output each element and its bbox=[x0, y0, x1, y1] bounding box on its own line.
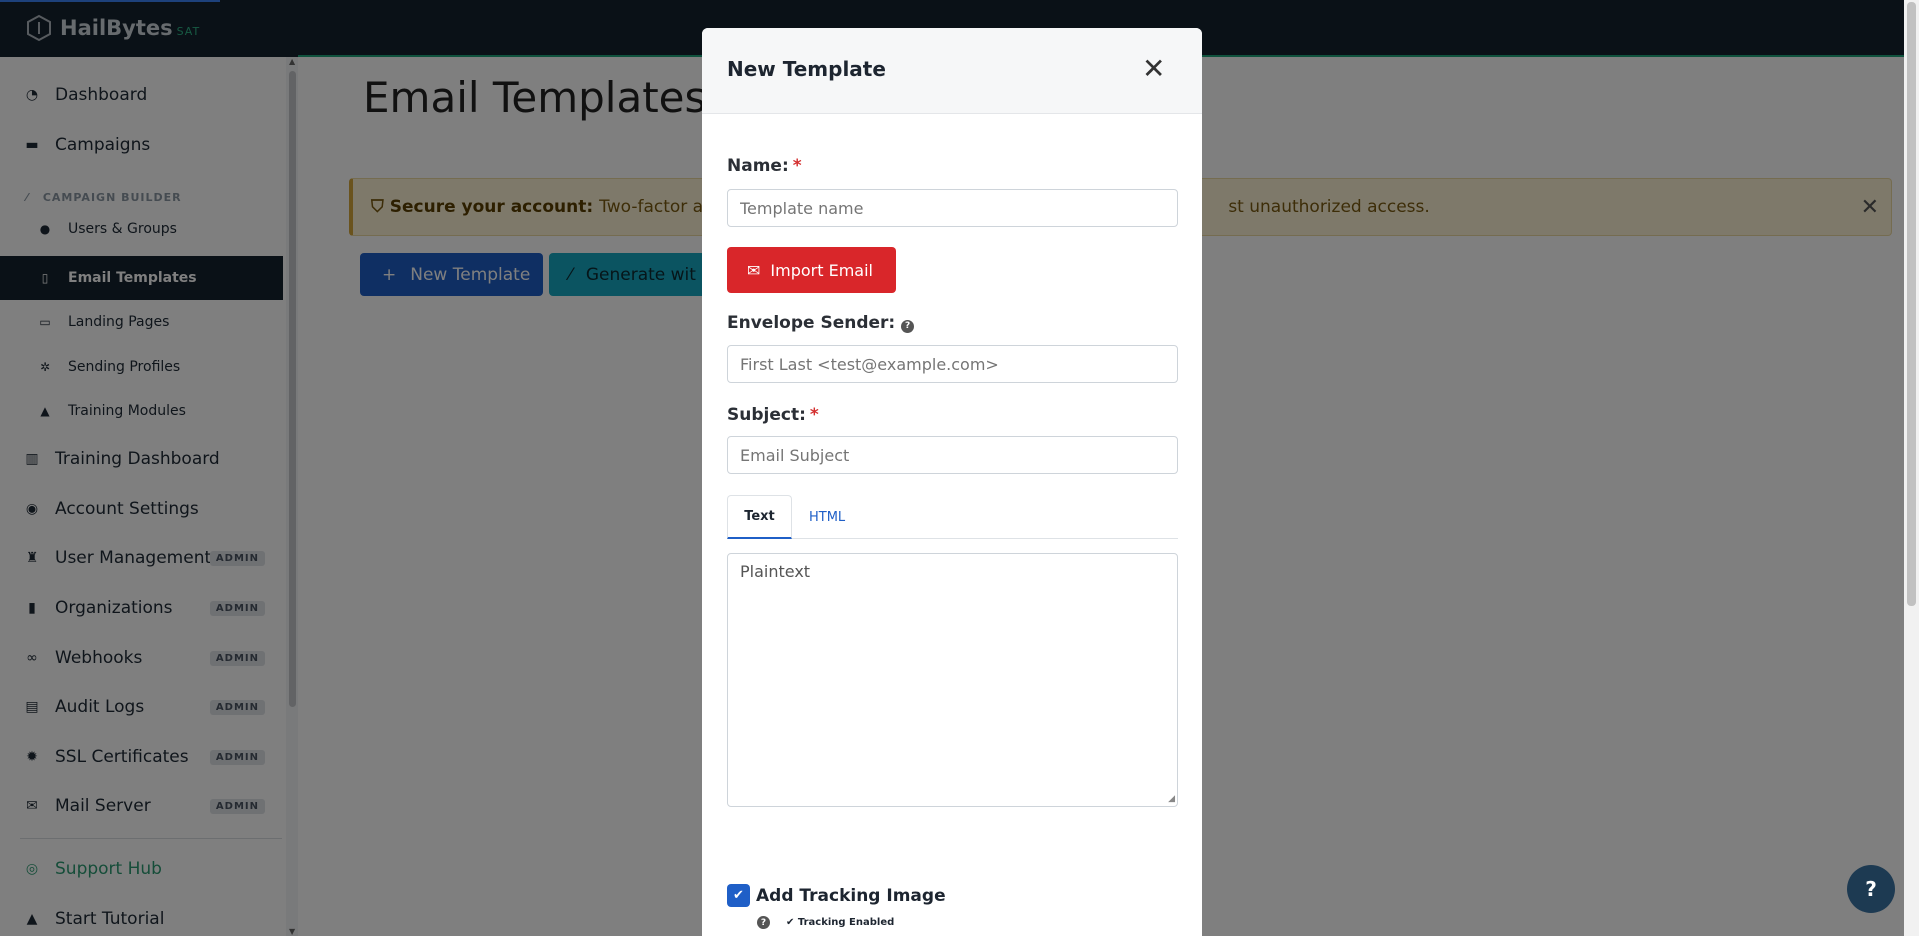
tracking-image-checkbox[interactable]: ✔ bbox=[727, 884, 750, 907]
tab-html[interactable]: HTML bbox=[809, 495, 845, 539]
name-label: Name: * bbox=[727, 156, 802, 176]
textarea-placeholder: Plaintext bbox=[740, 562, 811, 581]
question-circle-icon[interactable]: ? bbox=[901, 319, 915, 333]
subject-input[interactable] bbox=[727, 436, 1178, 474]
template-name-input[interactable] bbox=[727, 189, 1178, 227]
question-circle-icon[interactable]: ? bbox=[757, 916, 770, 929]
tab-text[interactable]: Text bbox=[727, 495, 792, 539]
import-email-button[interactable]: ✉ Import Email bbox=[727, 247, 896, 293]
plaintext-body-textarea[interactable]: Plaintext ◢ bbox=[727, 553, 1178, 807]
tracking-status-text: ✔ Tracking Enabled bbox=[786, 917, 895, 928]
tracking-status: ? ✔ Tracking Enabled bbox=[757, 916, 894, 929]
page-scrollbar[interactable] bbox=[1904, 0, 1919, 936]
tracking-image-label: Add Tracking Image bbox=[756, 885, 946, 906]
close-icon[interactable]: ✕ bbox=[1142, 52, 1165, 85]
modal-title: New Template bbox=[727, 57, 886, 81]
editor-tabs: Text HTML bbox=[727, 495, 1178, 539]
new-template-modal: New Template ✕ Name:* ✉ Import Email Env… bbox=[702, 28, 1202, 936]
envelope-sender-input[interactable] bbox=[727, 345, 1178, 383]
subject-label: Subject: * bbox=[727, 405, 819, 425]
tracking-image-row: ✔ Add Tracking Image bbox=[727, 884, 946, 907]
page-scrollbar-thumb[interactable] bbox=[1907, 2, 1916, 606]
envelope-sender-label: Envelope Sender: ? bbox=[727, 313, 915, 333]
help-button[interactable]: ? bbox=[1847, 865, 1895, 913]
required-asterisk: * bbox=[809, 405, 819, 425]
envelope-icon: ✉ bbox=[747, 260, 761, 280]
modal-header: New Template ✕ bbox=[702, 28, 1202, 114]
required-asterisk: * bbox=[792, 156, 802, 176]
resize-handle-icon[interactable]: ◢ bbox=[1168, 794, 1175, 804]
